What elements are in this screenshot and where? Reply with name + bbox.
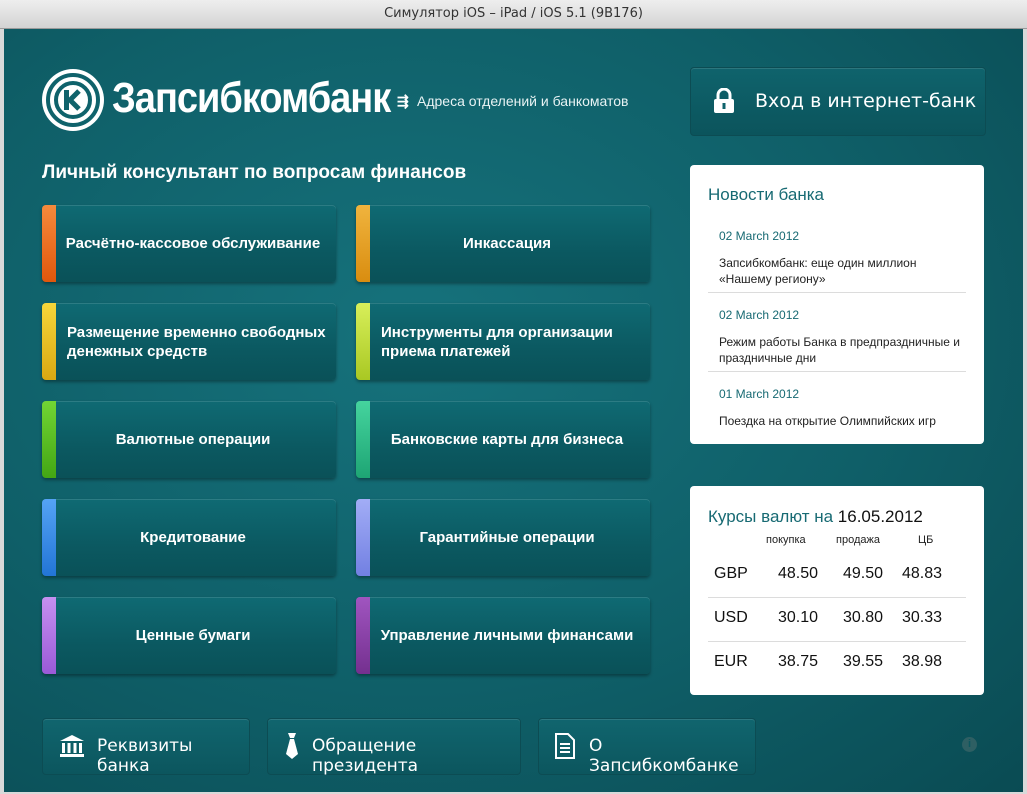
- service-color-bar: [356, 303, 370, 380]
- simulator-window: Симулятор iOS – iPad / iOS 5.1 (9B176) З…: [0, 0, 1027, 794]
- service-label: Банковские карты для бизнеса: [390, 431, 624, 448]
- president-address-button[interactable]: Обращение президента: [267, 718, 521, 776]
- service-color-bar: [356, 401, 370, 478]
- bank-details-button[interactable]: Реквизиты банка: [42, 718, 250, 776]
- internet-bank-login-button[interactable]: Вход в интернет-банк: [690, 67, 986, 136]
- service-lending[interactable]: Кредитование: [42, 499, 336, 576]
- rates-cb: 48.83: [902, 565, 943, 582]
- exchange-rates-panel: Курсы валют на 16.05.2012 покупка продаж…: [690, 486, 984, 695]
- service-color-bar: [356, 205, 370, 282]
- service-label: Гарантийные операции: [419, 529, 595, 546]
- news-item[interactable]: 01 March 2012 Поездка на открытие Олимпи…: [708, 387, 966, 429]
- document-icon: [555, 733, 575, 759]
- branches-link[interactable]: ⇶ Адреса отделений и банкоматов: [397, 93, 628, 110]
- bank-building-icon: [60, 735, 84, 757]
- news-date: 02 March 2012: [719, 229, 800, 243]
- internet-bank-login-label: Вход в интернет-банк: [755, 90, 977, 112]
- rates-col-sell: продажа: [836, 534, 880, 546]
- rates-currency: GBP: [714, 565, 748, 582]
- service-color-bar: [42, 499, 56, 576]
- service-label: Расчётно-кассовое обслуживание: [65, 235, 321, 252]
- rates-currency: EUR: [714, 653, 748, 670]
- service-label: Инкассация: [462, 235, 552, 252]
- rates-buy: 38.75: [778, 653, 819, 670]
- lock-icon: [714, 88, 734, 113]
- consultant-title: Личный консультант по вопросам финансов: [42, 162, 467, 183]
- branches-link-label: Адреса отделений и банкоматов: [417, 93, 629, 109]
- rates-col-cb: ЦБ: [918, 534, 934, 546]
- service-cash-settlement[interactable]: Расчётно-кассовое обслуживание: [42, 205, 336, 282]
- rates-sell: 30.80: [843, 609, 884, 626]
- service-label: Ценные бумаги: [135, 627, 251, 644]
- bank-details-label: Реквизиты банка: [97, 736, 193, 776]
- news-text: Поездка на открытие Олимпийских игр: [719, 414, 936, 428]
- news-title: Новости банка: [708, 185, 824, 204]
- rates-cb: 38.98: [902, 653, 943, 670]
- rates-row: EUR 38.75 39.55 38.98: [708, 641, 966, 685]
- news-panel: Новости банка 02 March 2012 Запсибкомбан…: [690, 165, 984, 444]
- service-label: Кредитование: [140, 529, 246, 546]
- news-item[interactable]: 02 March 2012 Режим работы Банка в предп…: [708, 308, 966, 366]
- service-label: Размещение временно свободных денежных с…: [67, 323, 326, 360]
- service-color-bar: [42, 205, 56, 282]
- service-business-cards[interactable]: Банковские карты для бизнеса: [356, 401, 650, 478]
- rates-row: GBP 48.50 49.50 48.83: [708, 553, 966, 597]
- rates-row: USD 30.10 30.80 30.33: [708, 597, 966, 641]
- rates-sell: 39.55: [843, 653, 884, 670]
- service-payment-tools[interactable]: Инструменты для организации приема плате…: [356, 303, 650, 380]
- service-color-bar: [42, 597, 56, 674]
- news-divider: [708, 292, 966, 293]
- news-item[interactable]: 02 March 2012 Запсибкомбанк: еще один ми…: [708, 229, 966, 287]
- rates-buy: 30.10: [778, 609, 819, 626]
- service-currency-operations[interactable]: Валютные операции: [42, 401, 336, 478]
- signpost-icon: ⇶: [397, 93, 409, 109]
- service-personal-finance[interactable]: Управление личными финансами: [356, 597, 650, 674]
- rates-col-buy: покупка: [766, 534, 806, 546]
- window-titlebar: Симулятор iOS – iPad / iOS 5.1 (9B176): [0, 0, 1027, 29]
- service-color-bar: [42, 303, 56, 380]
- service-guarantees[interactable]: Гарантийные операции: [356, 499, 650, 576]
- bank-logo-text: Запсибкомбанк: [112, 75, 391, 123]
- service-deposits[interactable]: Размещение временно свободных денежных с…: [42, 303, 336, 380]
- news-text: Режим работы Банка в предпраздничные и п…: [719, 335, 960, 365]
- service-label: Валютные операции: [115, 431, 271, 448]
- service-color-bar: [356, 597, 370, 674]
- rates-date: 16.05.2012: [837, 507, 923, 526]
- info-icon[interactable]: i: [962, 737, 977, 752]
- president-address-label: Обращение президента: [312, 736, 419, 776]
- service-collection[interactable]: Инкассация: [356, 205, 650, 282]
- rates-buy: 48.50: [778, 565, 819, 582]
- news-date: 02 March 2012: [719, 308, 800, 322]
- news-text: Запсибкомбанк: еще один миллион «Нашему …: [719, 256, 917, 286]
- rates-sell: 49.50: [843, 565, 884, 582]
- news-divider: [708, 371, 966, 372]
- service-label: Управление личными финансами: [380, 627, 634, 644]
- service-label: Инструменты для организации приема плате…: [381, 323, 613, 360]
- bank-logo-icon: [42, 69, 104, 131]
- bank-logo[interactable]: Запсибкомбанк: [42, 67, 391, 133]
- service-securities[interactable]: Ценные бумаги: [42, 597, 336, 674]
- rates-title: Курсы валют на: [708, 507, 834, 526]
- news-date: 01 March 2012: [719, 387, 800, 401]
- app-screen: Запсибкомбанк ⇶ Адреса отделений и банком…: [4, 29, 1023, 792]
- service-color-bar: [356, 499, 370, 576]
- service-color-bar: [42, 401, 56, 478]
- rates-cb: 30.33: [902, 609, 943, 626]
- rates-heading: Курсы валют на 16.05.2012: [708, 507, 923, 527]
- rates-currency: USD: [714, 609, 748, 626]
- tie-icon: [286, 733, 298, 759]
- about-bank-label: О Запсибкомбанке: [589, 736, 739, 776]
- about-bank-button[interactable]: О Запсибкомбанке: [538, 718, 756, 776]
